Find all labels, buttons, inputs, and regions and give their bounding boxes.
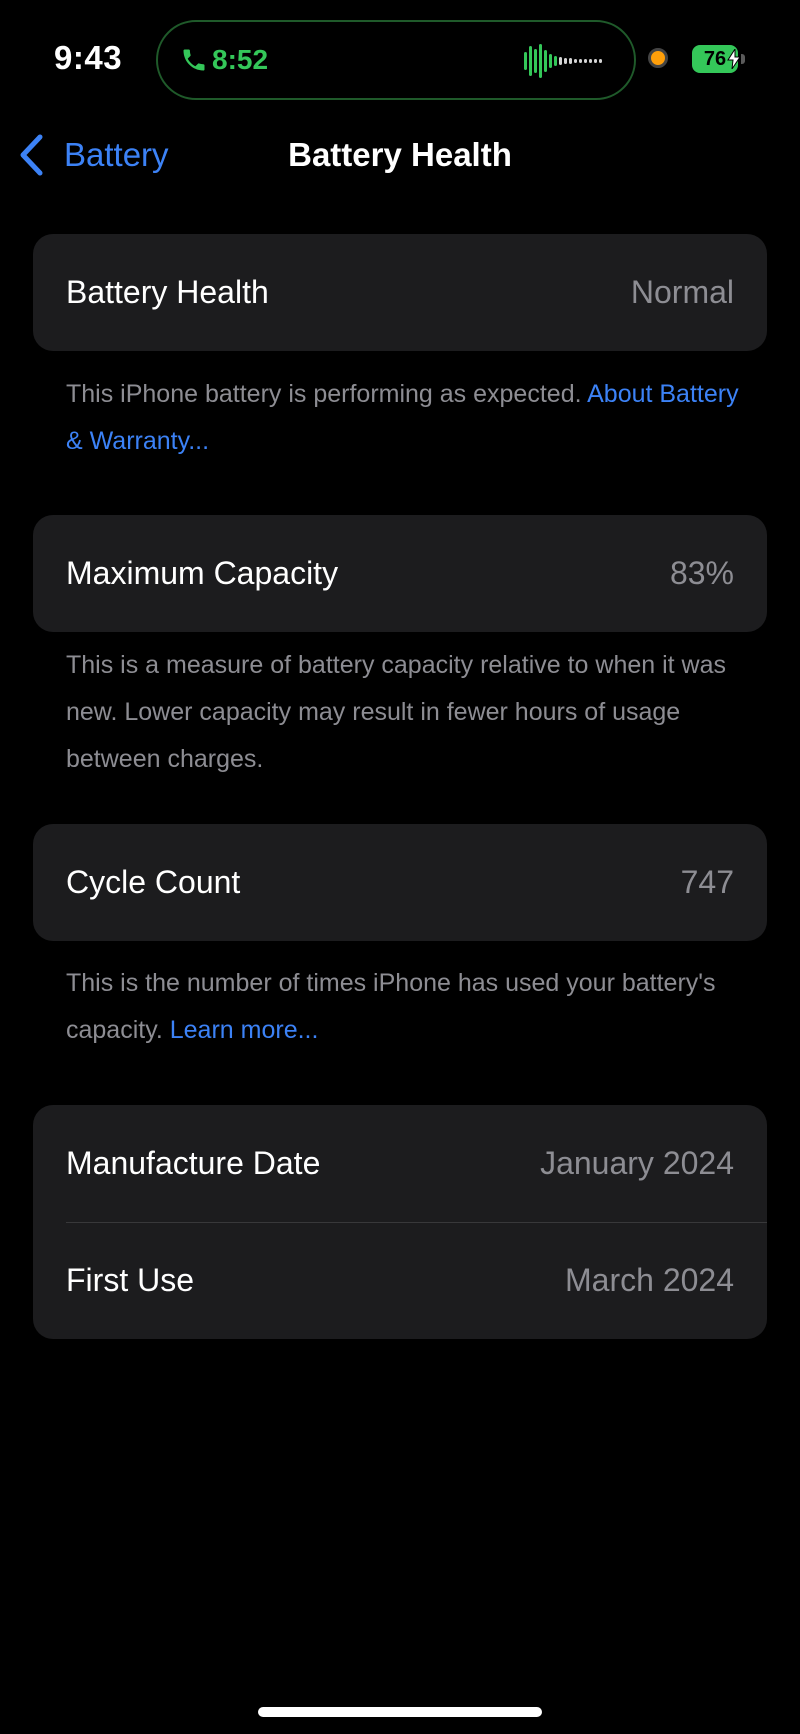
cycle-count-card: Cycle Count 747 [33, 824, 767, 941]
first-use-label: First Use [66, 1262, 194, 1298]
cycle-count-value: 747 [680, 864, 734, 900]
manufacture-date-row: Manufacture Date January 2024 [33, 1105, 767, 1222]
maximum-capacity-footnote: This is a measure of battery capacity re… [66, 651, 727, 773]
first-use-value: March 2024 [565, 1262, 734, 1298]
privacy-indicator-dot [648, 48, 668, 68]
dynamic-island-call[interactable]: 8:52 [156, 20, 636, 100]
row-divider [66, 1222, 767, 1223]
back-button-label: Battery [64, 136, 169, 173]
charging-bolt-icon [727, 49, 741, 69]
audio-waveform-icon [524, 44, 602, 78]
first-use-row: First Use March 2024 [33, 1222, 767, 1339]
page-title: Battery Health [288, 136, 512, 173]
battery-health-label: Battery Health [66, 274, 269, 310]
battery-health-row: Battery Health Normal [33, 234, 767, 351]
battery-health-footnote: This iPhone battery is performing as exp… [66, 371, 746, 465]
battery-health-footnote-text: This iPhone battery is performing as exp… [66, 380, 588, 408]
battery-health-value: Normal [630, 274, 734, 310]
maximum-capacity-card: Maximum Capacity 83% [33, 515, 767, 632]
maximum-capacity-label: Maximum Capacity [66, 555, 339, 591]
manufacture-date-label: Manufacture Date [66, 1145, 321, 1181]
battery-cap [741, 54, 745, 64]
back-button[interactable]: Battery [18, 130, 169, 180]
status-time: 9:43 [54, 39, 123, 76]
home-indicator[interactable] [258, 1707, 542, 1717]
phone-icon [183, 49, 205, 71]
manufacture-date-value: January 2024 [540, 1145, 734, 1181]
battery-dates-card: Manufacture Date January 2024 First Use … [33, 1105, 767, 1339]
call-duration: 8:52 [212, 44, 269, 75]
battery-level: 76 [703, 48, 727, 70]
learn-more-link[interactable]: Learn more... [170, 1016, 319, 1044]
chevron-left-icon [20, 134, 43, 176]
maximum-capacity-row: Maximum Capacity 83% [33, 515, 767, 632]
maximum-capacity-value: 83% [669, 555, 734, 591]
battery-health-card: Battery Health Normal [33, 234, 767, 351]
cycle-count-row: Cycle Count 747 [33, 824, 767, 941]
cycle-count-footnote-text: This is the number of times iPhone has u… [66, 969, 716, 1044]
cycle-count-label: Cycle Count [66, 864, 241, 900]
cycle-count-footnote: This is the number of times iPhone has u… [66, 960, 746, 1054]
